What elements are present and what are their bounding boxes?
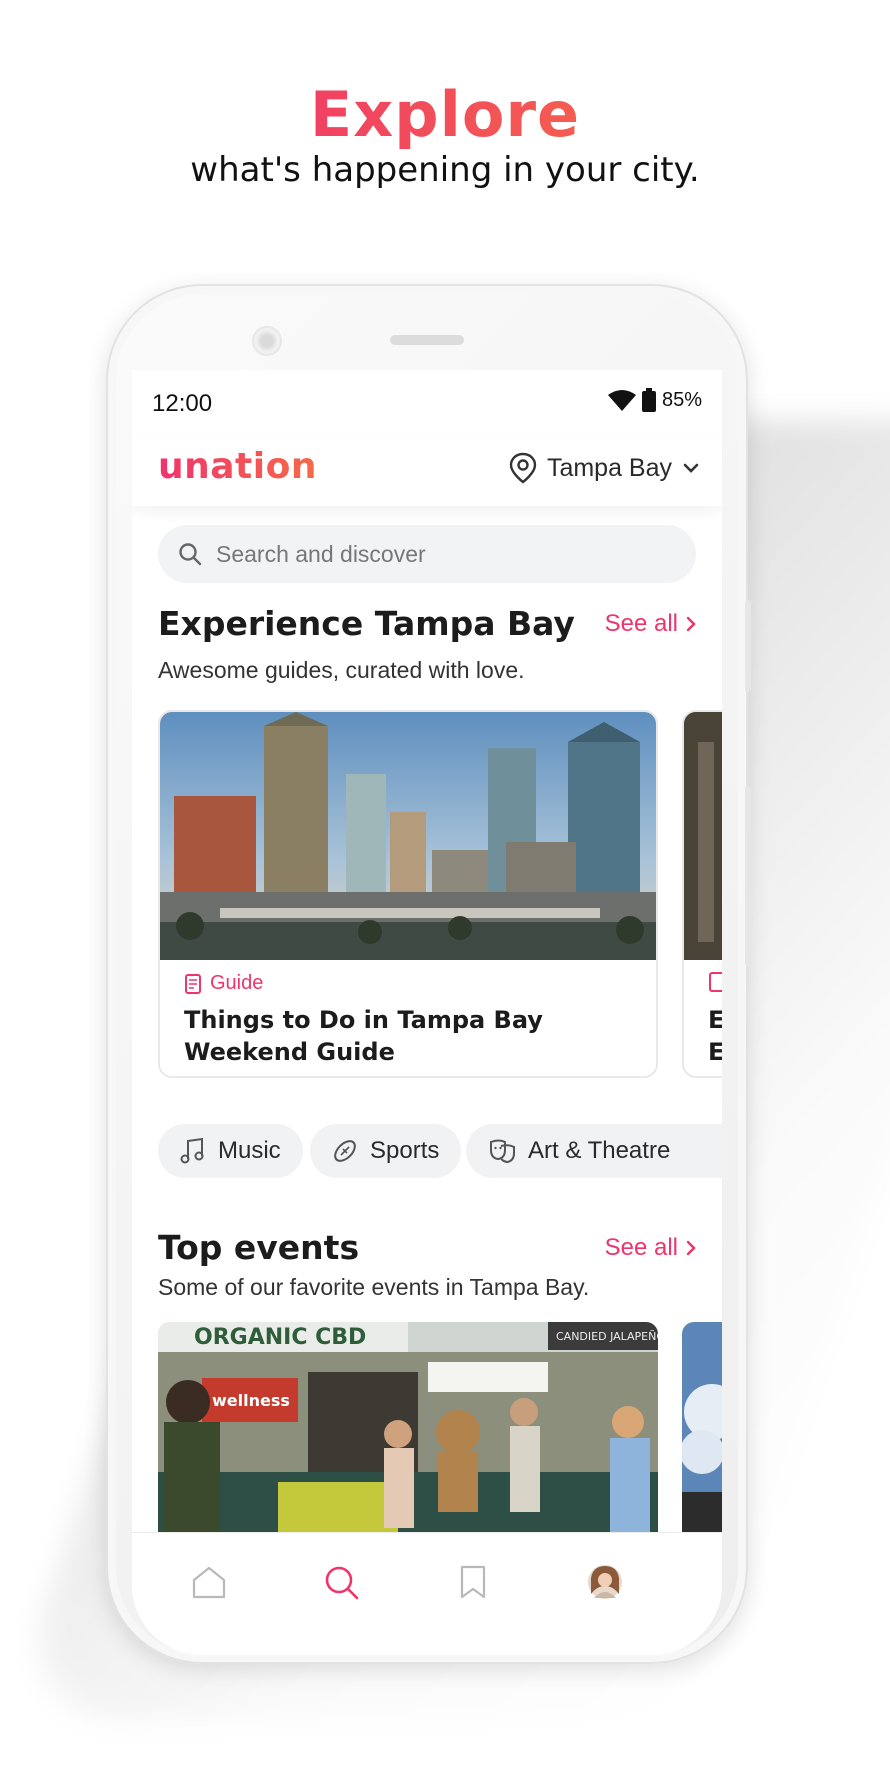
guide-card-title: Things to Do in Tampa Bay Weekend Guide xyxy=(184,1006,543,1066)
category-chip-sports[interactable]: Sports xyxy=(310,1124,462,1178)
power-button xyxy=(745,786,751,966)
battery-percent: 85% xyxy=(661,388,702,411)
top-events-see-all[interactable]: See all xyxy=(605,1234,696,1262)
experience-title: Experience Tampa Bay xyxy=(158,604,575,643)
category-chip-art-theatre[interactable]: Art & Theatre xyxy=(466,1124,722,1178)
location-label: Tampa Bay xyxy=(546,453,672,482)
category-label: Art & Theatre xyxy=(528,1137,671,1164)
volume-button xyxy=(745,600,751,692)
guide-card-title-partial: E E xyxy=(708,1004,722,1068)
tampa-skyline-image xyxy=(160,712,656,960)
event-image-partial[interactable] xyxy=(682,1322,722,1532)
chevron-right-icon xyxy=(686,1240,696,1256)
category-label: Sports xyxy=(370,1137,440,1164)
event-sign-jalapenos: CANDIED JALAPEÑOS xyxy=(556,1330,658,1343)
guide-card-partial[interactable]: E E xyxy=(682,710,722,1078)
theatre-masks-icon xyxy=(490,1139,515,1164)
search-input[interactable] xyxy=(216,540,656,568)
unation-logo[interactable]: unation xyxy=(158,446,317,487)
see-all-label: See all xyxy=(604,610,678,637)
top-events-title: Top events xyxy=(158,1228,360,1267)
location-selector[interactable]: Tampa Bay xyxy=(509,452,700,484)
experience-see-all[interactable]: See all xyxy=(605,610,696,638)
bookmark-icon xyxy=(460,1565,486,1599)
category-chip-music[interactable]: Music xyxy=(158,1124,303,1178)
guide-card[interactable]: Guide Things to Do in Tampa Bay Weekend … xyxy=(158,710,658,1078)
chevron-down-icon xyxy=(683,463,699,473)
event-sign-cbd: ORGANIC CBD xyxy=(194,1325,366,1350)
app-screen: 12:00 85% unation Tampa Bay Search and d… xyxy=(132,370,722,1655)
event-sign-wellness: wellness xyxy=(212,1391,290,1410)
chevron-right-icon xyxy=(686,616,696,632)
earpiece-speaker xyxy=(390,335,464,345)
app-bar: unation Tampa Bay xyxy=(132,436,722,506)
experience-subtitle: Awesome guides, curated with love. xyxy=(158,657,525,683)
nav-profile[interactable] xyxy=(580,1557,630,1607)
nav-saved[interactable] xyxy=(448,1557,498,1607)
market-event-image[interactable]: ORGANIC CBD CANDIED JALAPEÑOS wellness xyxy=(158,1322,658,1532)
battery-icon xyxy=(641,388,656,412)
guide-image-partial xyxy=(684,712,722,960)
search-icon xyxy=(179,543,202,566)
search-bar[interactable] xyxy=(158,525,696,583)
guide-tag-label: Guide xyxy=(210,972,264,994)
search-icon xyxy=(325,1566,359,1600)
front-camera xyxy=(252,326,282,356)
status-time: 12:00 xyxy=(152,390,213,417)
nav-search[interactable] xyxy=(316,1557,366,1607)
nav-home[interactable] xyxy=(184,1557,234,1607)
category-label: Music xyxy=(218,1137,281,1164)
profile-avatar xyxy=(588,1565,622,1599)
guide-book-icon xyxy=(185,973,201,994)
football-icon xyxy=(334,1140,356,1162)
home-icon xyxy=(192,1566,226,1599)
guide-tag-partial xyxy=(708,972,722,992)
wifi-icon xyxy=(607,390,636,411)
location-pin-icon xyxy=(509,452,537,484)
guide-tag: Guide xyxy=(184,972,263,995)
music-note-icon xyxy=(180,1137,204,1164)
top-events-subtitle: Some of our favorite events in Tampa Bay… xyxy=(158,1274,590,1300)
promo-title: Explore xyxy=(0,78,890,151)
bottom-navigation xyxy=(132,1532,722,1655)
see-all-label: See all xyxy=(604,1234,678,1261)
guide-book-icon xyxy=(709,972,722,992)
status-icons: 85% xyxy=(607,388,702,412)
promo-subtitle: what's happening in your city. xyxy=(190,150,700,190)
